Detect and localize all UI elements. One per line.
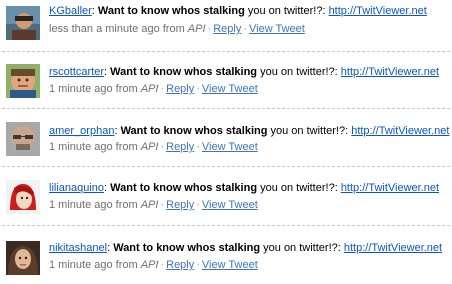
meta-separator: · — [196, 83, 200, 95]
avatar[interactable] — [6, 180, 40, 214]
tweet-text: KGballer: Want to know whos stalking you… — [49, 5, 427, 17]
tweet-username-link[interactable]: nikitashanel — [49, 242, 107, 254]
tweet-text: lilianaquino: Want to know whos stalking… — [49, 182, 440, 194]
tweet-meta: less than a minute ago from API · Reply · Vi… — [49, 22, 305, 36]
meta-separator: · — [196, 199, 200, 211]
tweet-source: API — [140, 199, 159, 211]
tweet-meta: 1 minute ago from API · Reply · View Tweet — [49, 140, 258, 154]
tweet-text: amer_orphan: Want to know whos stalking … — [49, 125, 450, 137]
tweet-text: nikitashanel: Want to know whos stalking… — [49, 242, 443, 254]
tweet-source: API — [140, 141, 159, 153]
meta-separator: · — [243, 23, 247, 35]
avatar[interactable] — [6, 64, 40, 98]
tweet-divider — [2, 108, 450, 109]
tweet-body-text: you on twitter!?: — [257, 66, 341, 78]
tweet-text: rscottcarter: Want to know whos stalking… — [49, 66, 440, 78]
tweet-source: API — [187, 23, 206, 35]
tweet-meta: 1 minute ago from API · Reply · View Tweet — [49, 258, 258, 272]
meta-separator: · — [196, 259, 200, 271]
tweet-timestamp: less than a minute ago from — [49, 23, 188, 35]
tweet-item: lilianaquino: Want to know whos stalking… — [0, 171, 452, 228]
meta-separator: · — [160, 141, 165, 153]
tweet-meta: 1 minute ago from API · Reply · View Tweet — [49, 82, 258, 96]
tweet-timestamp: 1 minute ago from — [49, 83, 141, 95]
tweet-divider — [2, 51, 450, 52]
tweet-username-link[interactable]: KGballer — [49, 5, 92, 17]
tweet-username-link[interactable]: lilianaquino — [49, 182, 104, 194]
view-tweet-link[interactable]: View Tweet — [249, 23, 305, 35]
view-tweet-link[interactable]: View Tweet — [202, 259, 258, 271]
tweet-body-text: you on twitter!?: — [260, 242, 344, 254]
tweet-bold-text: Want to know whos stalking — [110, 66, 258, 78]
tweet-bold-text: Want to know whos stalking — [110, 182, 258, 194]
reply-link[interactable]: Reply — [213, 23, 241, 35]
reply-link[interactable]: Reply — [166, 83, 194, 95]
reply-link[interactable]: Reply — [166, 141, 194, 153]
avatar[interactable] — [6, 241, 40, 275]
view-tweet-link[interactable]: View Tweet — [202, 199, 258, 211]
tweet-body-text: you on twitter!?: — [244, 5, 329, 17]
meta-separator: · — [160, 83, 165, 95]
tweet-timestamp: 1 minute ago from — [49, 259, 141, 271]
tweet-item: amer_orphan: Want to know whos stalking … — [0, 113, 452, 170]
avatar[interactable] — [6, 122, 40, 156]
reply-link[interactable]: Reply — [166, 199, 194, 211]
tweet-item: KGballer: Want to know whos stalking you… — [0, 0, 452, 55]
tweet-meta: 1 minute ago from API · Reply · View Tweet — [49, 198, 258, 212]
tweet-body-text: you on twitter!?: — [267, 125, 352, 137]
meta-separator: · — [160, 259, 165, 271]
tweet-bold-text: Want to know whos stalking — [97, 5, 245, 17]
meta-separator: · — [160, 199, 165, 211]
view-tweet-link[interactable]: View Tweet — [202, 141, 258, 153]
tweet-divider — [2, 225, 450, 226]
tweet-source: API — [140, 83, 159, 95]
reply-link[interactable]: Reply — [166, 259, 194, 271]
tweet-url-link[interactable]: http://TwitViewer.net — [341, 182, 439, 194]
tweet-item: nikitashanel: Want to know whos stalking… — [0, 230, 452, 284]
tweet-url-link[interactable]: http://TwitViewer.net — [341, 66, 439, 78]
tweet-url-link[interactable]: http://TwitViewer.net — [329, 5, 427, 17]
tweet-timestamp: 1 minute ago from — [49, 199, 141, 211]
tweet-url-link[interactable]: http://TwitViewer.net — [351, 125, 449, 137]
tweet-bold-text: Want to know whos stalking — [120, 125, 268, 137]
tweet-username-link[interactable]: rscottcarter — [49, 66, 104, 78]
tweet-url-link[interactable]: http://TwitViewer.net — [344, 242, 442, 254]
avatar[interactable] — [6, 6, 40, 40]
tweet-divider — [2, 166, 450, 167]
tweet-item: rscottcarter: Want to know whos stalking… — [0, 56, 452, 112]
view-tweet-link[interactable]: View Tweet — [202, 83, 258, 95]
tweet-timestamp: 1 minute ago from — [49, 141, 141, 153]
tweet-body-text: you on twitter!?: — [257, 182, 341, 194]
tweet-source: API — [140, 259, 159, 271]
tweet-bold-text: Want to know whos stalking — [113, 242, 261, 254]
meta-separator: · — [196, 141, 200, 153]
tweet-username-link[interactable]: amer_orphan — [49, 125, 114, 137]
